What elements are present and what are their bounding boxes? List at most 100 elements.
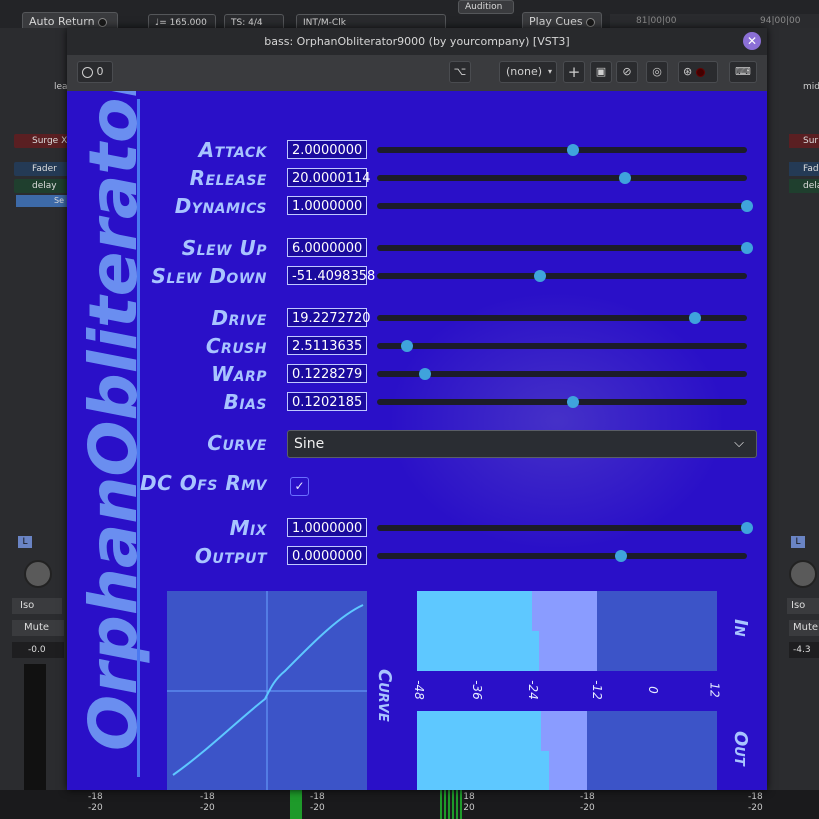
auto-return-led xyxy=(98,17,108,27)
bottom-meter-strip: -18 -20 -18 -20 -18 -20 -18 -20 -18 -20 -18 -2… xyxy=(0,790,819,819)
settings-button[interactable]: ◎ xyxy=(646,61,668,83)
attack-slider-handle[interactable] xyxy=(567,144,580,156)
crush-slider[interactable] xyxy=(377,340,747,352)
slew-down-label: Slew Down xyxy=(151,264,267,288)
slew-up-value-field[interactable]: 6.0000000 xyxy=(287,238,367,257)
bottom-scale-5-a: -18 xyxy=(580,792,595,802)
mix-slider[interactable] xyxy=(377,522,753,534)
right-strip-delay[interactable]: dela xyxy=(789,179,819,193)
drive-slider[interactable] xyxy=(377,312,747,324)
dynamics-slider[interactable] xyxy=(377,200,753,212)
transfer-curve-svg xyxy=(167,591,367,790)
right-strip-knob[interactable] xyxy=(789,560,817,588)
left-strip-send[interactable]: Se xyxy=(16,195,74,207)
bias-slider[interactable] xyxy=(377,396,747,408)
right-strip-fader[interactable]: Fad xyxy=(789,162,819,176)
input-meter-fill-b xyxy=(417,631,539,671)
close-button[interactable]: ✕ xyxy=(743,32,761,50)
left-strip-iso-button[interactable]: Iso xyxy=(12,598,62,614)
meter-tick-label: 12 xyxy=(707,682,722,698)
slew-down-slider[interactable] xyxy=(377,270,747,282)
window-titlebar[interactable]: bass: OrphanObliterator9000 (by yourcomp… xyxy=(67,28,767,55)
warp-value-field[interactable]: 0.1228279 xyxy=(287,364,367,383)
brand-divider xyxy=(137,99,140,777)
left-strip-delay[interactable]: delay xyxy=(14,179,74,193)
input-meter-fill-a xyxy=(417,591,532,631)
crush-value-field[interactable]: 2.5113635 xyxy=(287,336,367,355)
bypass-button[interactable]: ⊘ xyxy=(616,61,638,83)
mix-label: Mix xyxy=(229,516,267,540)
right-strip-iso-button[interactable]: Iso xyxy=(787,598,819,614)
link-icon: ⊛ xyxy=(683,65,693,78)
meter-tick-label: -36 xyxy=(469,680,484,700)
time-signature-value: TS: 4/4 xyxy=(231,18,263,28)
transfer-curve-line xyxy=(172,604,364,776)
output-value-field[interactable]: 0.0000000 xyxy=(287,546,367,565)
dynamics-slider-handle[interactable] xyxy=(741,200,753,212)
output-meter-rest xyxy=(598,711,717,790)
dynamics-value-field[interactable]: 1.0000000 xyxy=(287,196,367,215)
output-slider[interactable] xyxy=(377,550,747,562)
curve-label: Curve xyxy=(207,431,267,455)
warp-slider-handle[interactable] xyxy=(419,368,432,380)
audition-label: Audition xyxy=(465,2,503,12)
plugin-toolbar: 0 ⌥ (none) ▾ + ▣ ⊘ ◎ ⊛ ⌨ xyxy=(67,55,767,92)
release-slider-handle[interactable] xyxy=(618,172,631,184)
slew-down-slider-handle[interactable] xyxy=(533,270,546,282)
curve-select[interactable]: Sine ⌵ xyxy=(287,430,757,458)
background-artwork xyxy=(387,291,727,551)
mix-slider-handle[interactable] xyxy=(741,522,753,534)
release-value-field[interactable]: 20.0000114 xyxy=(287,168,371,187)
left-strip-knob[interactable] xyxy=(24,560,52,588)
chevron-down-icon: ⌵ xyxy=(734,436,744,451)
slew-up-slider-handle[interactable] xyxy=(741,242,753,254)
bias-slider-handle[interactable] xyxy=(567,396,580,408)
mix-value-field[interactable]: 1.0000000 xyxy=(287,518,367,537)
left-strip-name: lea xyxy=(54,82,68,92)
bottom-scale-3: -18 -20 xyxy=(310,792,325,814)
input-meter xyxy=(417,591,717,671)
brand-part-2: Obliterator xyxy=(75,91,152,477)
keyboard-button[interactable]: ⌨ xyxy=(729,61,757,83)
release-slider[interactable] xyxy=(377,172,747,184)
right-strip-mute-button[interactable]: Mute xyxy=(789,620,819,636)
timeline-ruler: 81|00|00 94|00|00 xyxy=(610,14,819,28)
meter-tick-label: 0 xyxy=(645,686,660,694)
routing-button[interactable]: ⌥ xyxy=(449,61,471,83)
drive-value-field[interactable]: 19.2272720 xyxy=(287,308,371,327)
right-strip-pan[interactable]: L xyxy=(791,536,805,548)
slew-down-value-field[interactable]: -51.4098358 xyxy=(287,266,375,285)
transfer-curve-plot xyxy=(167,591,367,790)
output-slider-handle[interactable] xyxy=(615,550,628,562)
attack-value-field[interactable]: 2.0000000 xyxy=(287,140,367,159)
preset-select[interactable]: (none) ▾ xyxy=(499,61,557,83)
latency-button[interactable]: 0 xyxy=(77,61,113,83)
add-preset-button[interactable]: + xyxy=(563,61,585,83)
bypass-icon: ⊘ xyxy=(622,65,632,78)
right-strip-plugin[interactable]: Sur xyxy=(789,134,819,148)
chevron-down-icon: ▾ xyxy=(547,67,552,76)
bottom-scale-1-a: -18 xyxy=(88,792,103,802)
crush-slider-handle[interactable] xyxy=(400,340,413,352)
settings-icon: ◎ xyxy=(652,65,662,78)
bias-value-field[interactable]: 0.1202185 xyxy=(287,392,367,411)
attack-slider[interactable] xyxy=(377,144,747,156)
left-strip-fader[interactable]: Fader xyxy=(14,162,74,176)
output-meter-label: Out xyxy=(730,731,751,766)
preset-label: (none) xyxy=(506,65,543,78)
bottom-scale-5-b: -20 xyxy=(580,803,595,813)
save-preset-button[interactable]: ▣ xyxy=(590,61,612,83)
ruler-mark-a: 81|00|00 xyxy=(636,16,677,26)
clock-source-value: INT/M-Clk xyxy=(303,18,346,28)
link-button[interactable]: ⊛ xyxy=(678,61,718,83)
slew-up-slider[interactable] xyxy=(377,242,753,254)
warp-slider[interactable] xyxy=(377,368,747,380)
left-strip-plugin[interactable]: Surge X xyxy=(14,134,74,148)
right-mixer-strip: mid Sur Fad dela L Iso Mute -4.3 xyxy=(767,28,819,819)
latency-value: 0 xyxy=(96,65,104,78)
left-strip-fader-track[interactable] xyxy=(24,664,46,792)
audition-button[interactable]: Audition xyxy=(458,0,514,14)
left-strip-mute-button[interactable]: Mute xyxy=(12,620,64,636)
dc-offset-checkbox[interactable]: ✓ xyxy=(290,477,309,496)
left-strip-pan[interactable]: L xyxy=(18,536,32,548)
